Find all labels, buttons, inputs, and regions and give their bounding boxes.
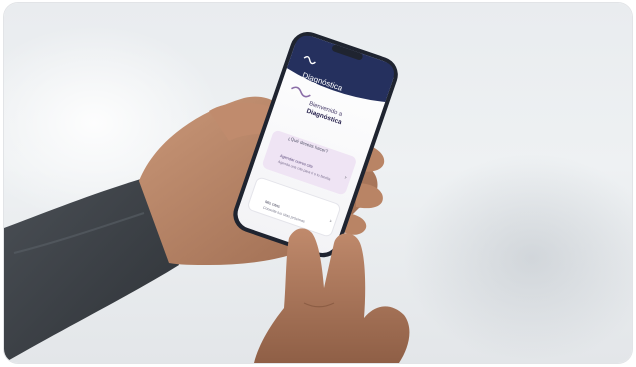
photo-frame: › › Diagnóstica Bienvenido a Diagnóstica… bbox=[4, 3, 632, 363]
photo-scene: › › bbox=[4, 31, 410, 363]
